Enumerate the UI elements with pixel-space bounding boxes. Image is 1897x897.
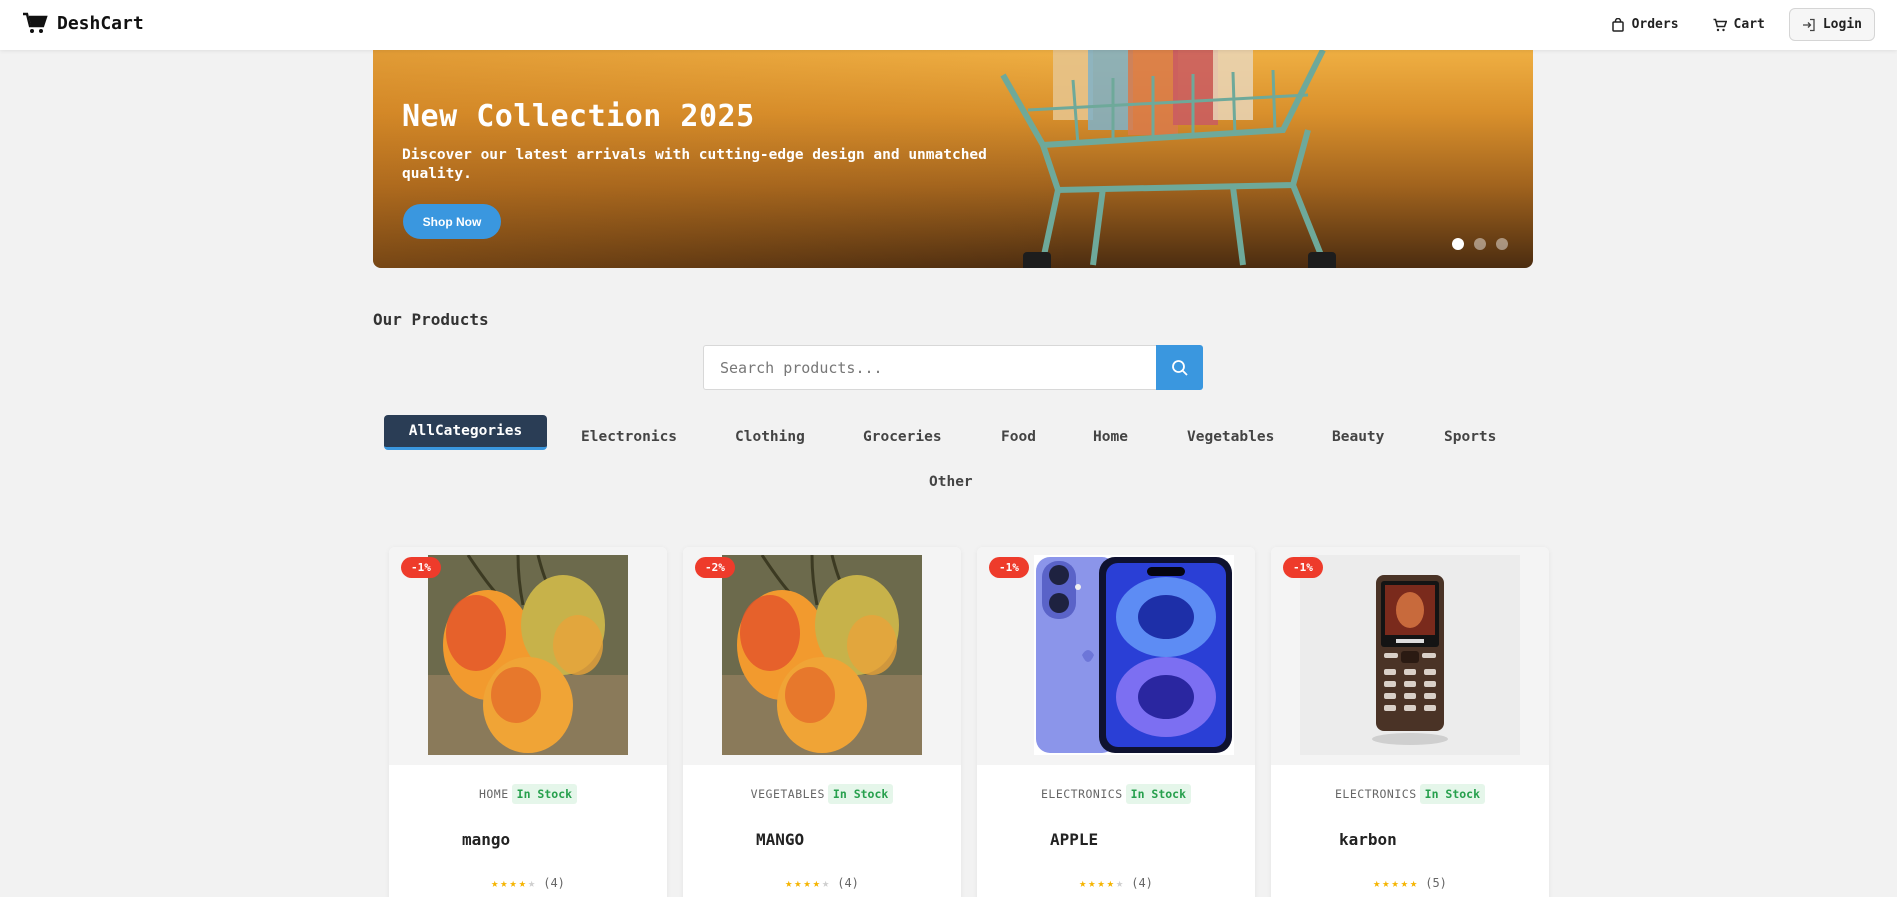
search-button[interactable] xyxy=(1156,345,1203,390)
rating-count: (4) xyxy=(1131,876,1153,890)
star-icon: ★ xyxy=(1097,876,1105,890)
cart-icon xyxy=(1713,18,1727,32)
product-category: ELECTRONICS xyxy=(1040,787,1123,801)
product-name[interactable]: karbon xyxy=(1339,830,1397,849)
stock-badge: In Stock xyxy=(1125,784,1192,804)
section-title: Our Products xyxy=(373,310,489,329)
star-icon: ★ xyxy=(1382,876,1390,890)
cart-label: Cart xyxy=(1733,17,1765,32)
discount-badge: -1% xyxy=(401,557,441,578)
shopping-cart-image xyxy=(1000,30,1336,268)
brand-name: DeshCart xyxy=(57,12,144,34)
tab-other[interactable]: Other xyxy=(929,468,973,496)
login-icon xyxy=(1802,18,1816,32)
carousel-dot-2[interactable] xyxy=(1474,238,1486,250)
star-icon: ★ xyxy=(518,876,526,890)
product-name[interactable]: mango xyxy=(462,830,510,849)
rating-count: (5) xyxy=(1425,876,1447,890)
product-name[interactable]: MANGO xyxy=(756,830,804,849)
shop-now-button[interactable]: Shop Now xyxy=(403,204,501,239)
product-image-area: -1% xyxy=(389,547,667,765)
hero-banner: New Collection 2025 Discover our latest … xyxy=(373,30,1533,268)
tab-home[interactable]: Home xyxy=(1093,423,1128,451)
star-icon: ★ xyxy=(1106,876,1114,890)
login-button[interactable]: Login xyxy=(1788,8,1875,41)
orders-link[interactable]: Orders xyxy=(1601,11,1689,38)
cart-link[interactable]: Cart xyxy=(1703,11,1775,38)
stock-badge: In Stock xyxy=(827,784,894,804)
star-icon: ★ xyxy=(1116,876,1124,890)
search-input[interactable] xyxy=(703,345,1156,390)
tab-food[interactable]: Food xyxy=(1001,423,1036,451)
product-category: VEGETABLES xyxy=(750,787,825,801)
rating-count: (4) xyxy=(543,876,565,890)
star-icon: ★ xyxy=(1088,876,1096,890)
product-meta: VEGETABLES In Stock xyxy=(683,784,961,804)
login-label: Login xyxy=(1822,17,1862,32)
product-category: ELECTRONICS xyxy=(1334,787,1417,801)
star-icon: ★ xyxy=(822,876,830,890)
product-card[interactable]: -1% ELECTRONICS In Stock APPLE ★ ★ ★ ★ ★ (4) xyxy=(977,547,1255,897)
product-rating: ★ ★ ★ ★ ★ (4) xyxy=(977,876,1255,890)
product-meta: HOME In Stock xyxy=(389,784,667,804)
product-rating: ★ ★ ★ ★ ★ (4) xyxy=(683,876,961,890)
star-icon: ★ xyxy=(812,876,820,890)
carousel-dot-3[interactable] xyxy=(1496,238,1508,250)
star-icon: ★ xyxy=(491,876,499,890)
product-card[interactable]: -1% HOME In Stock mango ★ ★ ★ ★ ★ (4) xyxy=(389,547,667,897)
discount-badge: -1% xyxy=(989,557,1029,578)
product-name[interactable]: APPLE xyxy=(1050,830,1098,849)
product-image-area: -1% xyxy=(1271,547,1549,765)
product-rating: ★ ★ ★ ★ ★ (5) xyxy=(1271,876,1549,890)
product-meta: ELECTRONICS In Stock xyxy=(977,784,1255,804)
stock-badge: In Stock xyxy=(511,784,578,804)
product-meta: ELECTRONICS In Stock xyxy=(1271,784,1549,804)
star-icon: ★ xyxy=(794,876,802,890)
search-bar xyxy=(703,345,1203,390)
star-icon: ★ xyxy=(1079,876,1087,890)
cart-icon xyxy=(22,12,48,34)
star-icon: ★ xyxy=(509,876,517,890)
mango-image[interactable] xyxy=(722,555,922,755)
hero-title: New Collection 2025 xyxy=(402,99,755,134)
tab-groceries[interactable]: Groceries xyxy=(863,423,942,451)
star-icon: ★ xyxy=(1410,876,1418,890)
stock-badge: In Stock xyxy=(1419,784,1486,804)
tab-sports[interactable]: Sports xyxy=(1444,423,1496,451)
mango-image[interactable] xyxy=(428,555,628,755)
bag-icon xyxy=(1611,17,1625,32)
carousel-dot-1[interactable] xyxy=(1452,238,1464,250)
star-icon: ★ xyxy=(528,876,536,890)
discount-badge: -1% xyxy=(1283,557,1323,578)
product-image-area: -1% xyxy=(977,547,1255,765)
product-card[interactable]: -1% ELECTRONICS In Stock karbon ★ ★ ★ ★ ★ (5… xyxy=(1271,547,1549,897)
feature-phone-image[interactable] xyxy=(1300,555,1520,755)
carousel-dots xyxy=(1452,238,1508,250)
tab-electronics[interactable]: Electronics xyxy=(581,423,677,451)
product-category: HOME xyxy=(478,787,509,801)
hero-subtitle: Discover our latest arrivals with cuttin… xyxy=(402,147,987,182)
star-icon: ★ xyxy=(1391,876,1399,890)
orders-label: Orders xyxy=(1631,17,1679,32)
brand[interactable]: DeshCart xyxy=(22,12,144,34)
star-icon: ★ xyxy=(785,876,793,890)
iphone-image[interactable] xyxy=(1034,555,1234,755)
product-rating: ★ ★ ★ ★ ★ (4) xyxy=(389,876,667,890)
product-card[interactable]: -2% VEGETABLES In Stock MANGO ★ ★ ★ ★ ★ (4) xyxy=(683,547,961,897)
rating-count: (4) xyxy=(837,876,859,890)
star-icon: ★ xyxy=(1373,876,1381,890)
star-icon: ★ xyxy=(500,876,508,890)
tab-vegetables[interactable]: Vegetables xyxy=(1187,423,1274,451)
nav-links: Orders Cart Login xyxy=(1601,8,1875,41)
star-icon: ★ xyxy=(1400,876,1408,890)
navbar: DeshCart Orders Cart Login xyxy=(0,0,1897,50)
search-icon xyxy=(1171,359,1189,377)
tab-beauty[interactable]: Beauty xyxy=(1332,423,1384,451)
star-icon: ★ xyxy=(803,876,811,890)
product-image-area: -2% xyxy=(683,547,961,765)
tab-clothing[interactable]: Clothing xyxy=(735,423,805,451)
tab-allcategories[interactable]: AllCategories xyxy=(384,415,547,450)
discount-badge: -2% xyxy=(695,557,735,578)
